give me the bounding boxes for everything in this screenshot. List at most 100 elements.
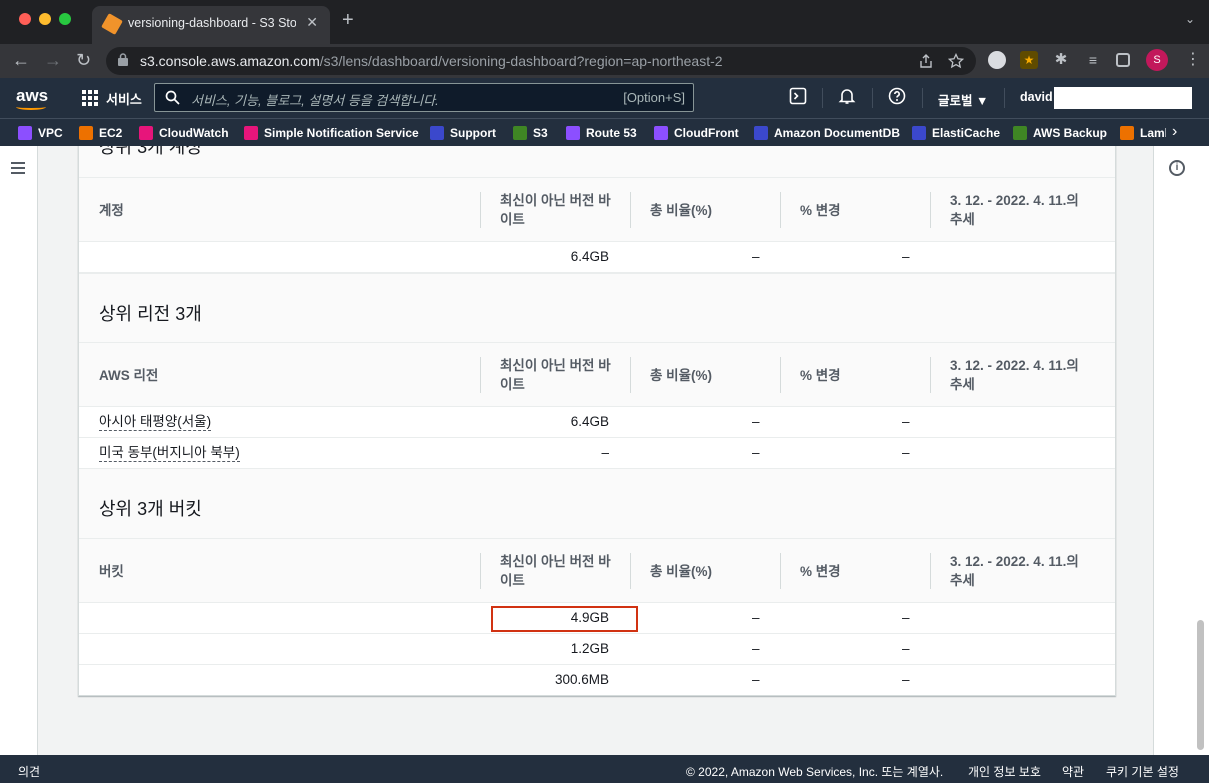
favorite-vpc[interactable]: VPC [18, 125, 63, 141]
vpc-icon [18, 126, 32, 140]
favorite-sns[interactable]: Simple Notification Service [244, 125, 419, 141]
favorite-label: VPC [38, 126, 63, 140]
column-header-bytes-line2: 이트 [500, 377, 525, 392]
section-header-regions: 상위 리전 3개 [79, 273, 1115, 343]
console-footer: 의견 © 2022, Amazon Web Services, Inc. 또는 … [0, 755, 1209, 783]
bookmark-star-icon[interactable] [948, 53, 964, 69]
notifications-bell-icon[interactable] [838, 87, 856, 105]
cell-ratio: – [752, 414, 760, 429]
share-icon[interactable] [918, 53, 934, 69]
favorite-aws-backup[interactable]: AWS Backup [1013, 125, 1107, 141]
browser-menu-icon[interactable]: ⋮ [1185, 49, 1201, 71]
column-header-trend-line1: 3. 12. - 2022. 4. 11.의 [950, 554, 1079, 569]
cookie-preferences-link[interactable]: 쿠키 기본 설정 [1106, 763, 1179, 780]
region-link[interactable]: 미국 동부(버지니아 북부) [99, 445, 240, 462]
column-header-change: % 변경 [800, 367, 841, 383]
region-link[interactable]: 아시아 태평양(서울) [99, 414, 212, 431]
section-header-buckets: 상위 3개 버킷 [79, 469, 1115, 539]
column-header-change: % 변경 [800, 202, 841, 218]
close-window-button[interactable] [19, 13, 31, 25]
table-row: 300.6MB – – [79, 665, 1115, 696]
tab-search-icon[interactable]: ⌄ [1185, 12, 1195, 26]
cell-ratio: – [752, 641, 760, 656]
region-selector[interactable]: 글로벌 ▼ [938, 90, 988, 109]
lambda-icon [1120, 126, 1134, 140]
redacted-account-name [1054, 87, 1192, 109]
forward-icon[interactable]: → [44, 49, 62, 71]
column-header-trend: 3. 12. - 2022. 4. 11.의 추세 [950, 539, 1079, 603]
column-header-bytes: 최신이 아닌 버전 바 이트 [500, 539, 630, 603]
privacy-link[interactable]: 개인 정보 보호 [968, 763, 1041, 780]
favorite-label: Lambda [1140, 126, 1166, 140]
side-navigation-panel [0, 146, 38, 755]
cell-bytes: 1.2GB [570, 641, 609, 656]
services-menu-button[interactable]: 서비스 [106, 89, 142, 108]
column-header-trend: 3. 12. - 2022. 4. 11.의 추세 [950, 343, 1079, 407]
column-header-name: 계정 [99, 202, 124, 218]
help-icon[interactable] [888, 87, 906, 105]
page-scrollbar[interactable] [1197, 620, 1204, 750]
table-header-buckets: 버킷 최신이 아닌 버전 바 이트 총 비율(%) % 변경 3. 12. - 2… [79, 539, 1115, 603]
column-header-name: 버킷 [99, 563, 124, 579]
maximize-window-button[interactable] [59, 13, 71, 25]
feedback-link[interactable]: 의견 [18, 763, 40, 780]
services-grid-icon[interactable] [82, 90, 98, 106]
section-title-buckets: 상위 3개 버킷 [99, 499, 202, 519]
aws-logo[interactable]: aws [16, 86, 49, 110]
console-search-input[interactable]: 서비스, 기능, 블로그, 설명서 등을 검색합니다. [Option+S] [154, 83, 694, 112]
cloudshell-icon[interactable] [789, 87, 807, 105]
column-header-bytes-line1: 최신이 아닌 버전 바 [500, 554, 611, 569]
media-queue-icon[interactable]: ≡ [1084, 51, 1102, 69]
favorite-lambda[interactable]: Lambda [1120, 125, 1166, 141]
column-header-trend-line1: 3. 12. - 2022. 4. 11.의 [950, 193, 1079, 208]
close-tab-icon[interactable]: ✕ [306, 14, 318, 31]
column-header-ratio: 총 비율(%) [650, 563, 713, 579]
puzzle-extensions-icon[interactable]: ✱ [1052, 51, 1070, 69]
extension-icon[interactable] [988, 51, 1006, 69]
hamburger-menu-icon[interactable] [11, 162, 25, 177]
favorite-s3[interactable]: S3 [513, 125, 548, 141]
minimize-window-button[interactable] [39, 13, 51, 25]
favorite-cloudwatch[interactable]: CloudWatch [139, 125, 229, 141]
chevron-right-icon[interactable]: › [1172, 123, 1177, 141]
sidebar-toggle-icon[interactable] [1116, 53, 1130, 67]
favorite-label: S3 [533, 126, 548, 140]
sns-icon [244, 126, 258, 140]
cell-bytes: 6.4GB [570, 414, 609, 429]
favorites-bar: VPC EC2 CloudWatch Simple Notification S… [0, 118, 1209, 146]
s3-favicon-icon [101, 13, 123, 35]
table-row: 아시아 태평양(서울) 6.4GB – – [79, 407, 1115, 438]
reload-icon[interactable]: ↻ [76, 49, 91, 71]
favorite-elasticache[interactable]: ElastiCache [912, 125, 1000, 141]
favorite-cloudfront[interactable]: CloudFront [654, 125, 739, 141]
browser-tab[interactable]: versioning-dashboard - S3 Storage Lens ✕ [92, 6, 330, 44]
aws-logo-text: aws [16, 86, 49, 105]
s3-icon [513, 126, 527, 140]
address-bar[interactable]: s3.console.aws.amazon.com/s3/lens/dashbo… [106, 47, 976, 75]
favorite-ec2[interactable]: EC2 [79, 125, 122, 141]
column-header-trend-line2: 추세 [950, 212, 975, 227]
cloudwatch-icon [139, 126, 153, 140]
cell-bytes: – [601, 445, 609, 460]
column-header-trend-line2: 추세 [950, 377, 975, 392]
info-icon[interactable]: i [1169, 160, 1185, 176]
ec2-icon [79, 126, 93, 140]
profile-avatar[interactable]: S [1146, 49, 1168, 71]
section-header-accounts: 상위 3개 계정 [79, 146, 1115, 178]
aws-top-navigation: aws 서비스 서비스, 기능, 블로그, 설명서 등을 검색합니다. [Opt… [0, 78, 1209, 118]
cell-bytes: 300.6MB [554, 672, 609, 687]
tab-title: versioning-dashboard - S3 Storage Lens [128, 16, 296, 30]
terms-link[interactable]: 약관 [1062, 763, 1084, 780]
back-icon[interactable]: ← [12, 49, 30, 71]
favorites-extension-icon[interactable]: ★ [1020, 51, 1038, 69]
favorite-label: Simple Notification Service [264, 126, 419, 140]
copyright-text: © 2022, Amazon Web Services, Inc. 또는 계열사… [686, 765, 944, 779]
search-icon [165, 90, 180, 105]
account-menu-button[interactable]: david [1020, 90, 1053, 104]
favorite-route53[interactable]: Route 53 [566, 125, 637, 141]
cell-change: – [902, 445, 910, 460]
new-tab-button[interactable]: + [342, 9, 354, 32]
url-host: s3.console.aws.amazon.com [140, 53, 320, 69]
favorite-support[interactable]: Support [430, 125, 496, 141]
favorite-documentdb[interactable]: Amazon DocumentDB [754, 125, 900, 141]
